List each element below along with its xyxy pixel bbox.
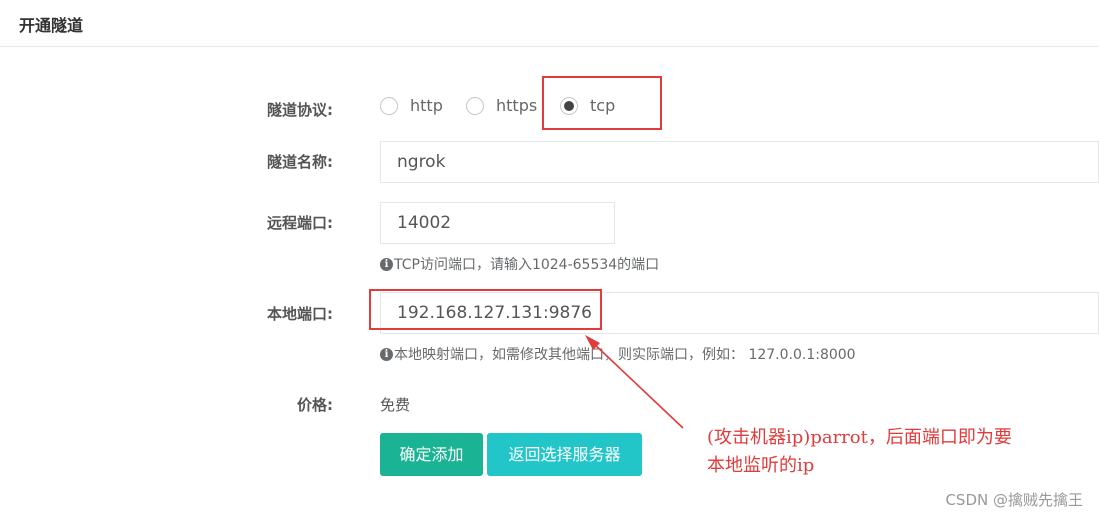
radio-circle-https[interactable]	[466, 96, 484, 115]
back-select-server-button[interactable]: 返回选择服务器	[487, 433, 642, 476]
radio-https[interactable]: https	[466, 96, 537, 115]
tunnel-name-label: 隧道名称:	[267, 153, 333, 171]
protocol-label: 隧道协议:	[267, 101, 333, 119]
annotation-line-1: (攻击机器ip)parrot，后面端口即为要	[707, 427, 1012, 448]
csdn-watermark: CSDN @擒贼先擒王	[945, 491, 1083, 509]
local-port-label: 本地端口:	[267, 305, 333, 323]
radio-circle-http[interactable]	[380, 96, 398, 115]
price-label: 价格:	[297, 396, 333, 414]
local-port-highlight-box	[369, 289, 602, 330]
remote-port-help: i TCP访问端口，请输入1024-65534的端口	[380, 254, 659, 274]
confirm-add-button[interactable]: 确定添加	[380, 433, 483, 476]
radio-label-https: https	[496, 96, 538, 115]
local-port-help-text: 本地映射端口，如需修改其他端口，则实际端口，例如： 127.0.0.1:8000	[394, 347, 856, 363]
info-icon: i	[380, 347, 393, 361]
radio-http[interactable]: http	[380, 96, 443, 115]
panel-title: 开通隧道	[19, 16, 84, 35]
panel-header: 开通隧道	[0, 0, 1099, 47]
info-icon: i	[380, 257, 393, 271]
annotation-text: (攻击机器ip)parrot，后面端口即为要 本地监听的ip	[707, 424, 1099, 480]
remote-port-input[interactable]: 14002	[380, 202, 615, 244]
tcp-highlight-box	[542, 76, 662, 130]
price-value: 免费	[380, 396, 411, 414]
remote-port-help-text: TCP访问端口，请输入1024-65534的端口	[394, 257, 660, 273]
radio-label-http: http	[410, 96, 443, 115]
remote-port-label: 远程端口:	[267, 214, 333, 232]
local-port-help: i 本地映射端口，如需修改其他端口，则实际端口，例如： 127.0.0.1:80…	[380, 344, 856, 364]
tunnel-name-input[interactable]: ngrok	[380, 141, 1099, 183]
annotation-line-2: 本地监听的ip	[707, 455, 815, 476]
